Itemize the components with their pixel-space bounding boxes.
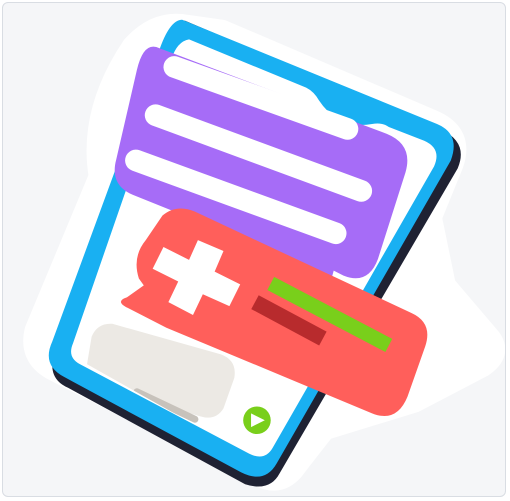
chat-phone-illustration — [23, 13, 505, 491]
illustration-card — [2, 2, 506, 497]
